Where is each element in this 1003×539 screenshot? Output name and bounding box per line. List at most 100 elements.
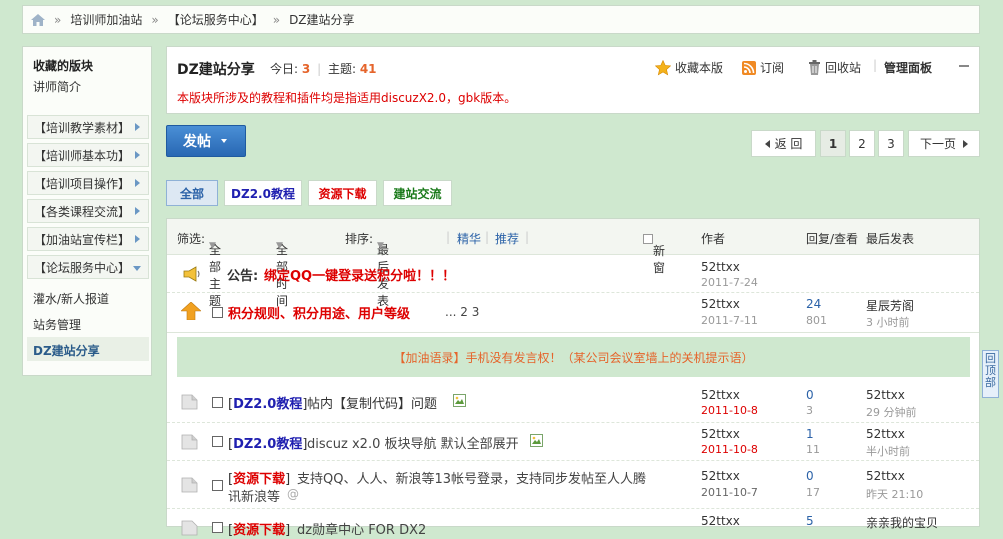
- thread-checkbox[interactable]: [212, 307, 223, 318]
- recycle-button[interactable]: 回收站: [808, 59, 861, 76]
- page-number: 2: [858, 136, 866, 151]
- category-label: 【培训项目操作】: [34, 176, 131, 191]
- thread-title[interactable]: 帖内【复制代码】问题: [307, 393, 437, 412]
- motto-banner: 【加油语录】手机没有发言权！（某公司会议室墙上的关机提示语）: [177, 337, 970, 377]
- sidebar-category-6[interactable]: 【论坛服务中心】: [27, 255, 149, 279]
- thread-type[interactable]: [资源下载]: [228, 519, 290, 538]
- last-post-time[interactable]: 半小时前: [866, 443, 910, 459]
- thread-row[interactable]: [资源下载] dz勋章中心 FOR DX2 52ttxx 5 亲亲我的宝贝: [167, 509, 979, 539]
- author[interactable]: 52ttxx: [701, 260, 740, 274]
- tab-site-exchange[interactable]: 建站交流: [383, 180, 452, 206]
- sidebar-sub-item[interactable]: 站务管理: [33, 316, 81, 333]
- author[interactable]: 52ttxx: [701, 388, 740, 402]
- page-number: 1: [828, 136, 838, 151]
- tab-dz-tutorial[interactable]: DZ2.0教程: [224, 180, 302, 206]
- thread-checkbox[interactable]: [212, 397, 223, 408]
- breadcrumb-item-current[interactable]: DZ建站分享: [289, 11, 354, 28]
- filter-bar: 筛选: 全部主题 ▼ 全部时间 ▼ 排序: 最后发表 ▼ | 精华 | 推荐 |…: [167, 219, 979, 308]
- sidebar-category-2[interactable]: 【培训师基本功】: [27, 143, 149, 167]
- last-post-user[interactable]: 52ttxx: [866, 388, 905, 402]
- sidebar-sub-item-active[interactable]: DZ建站分享: [27, 337, 149, 361]
- sticky-thread-row[interactable]: 积分规则、积分用途、用户等级 ... 2 3 52ttxx 2011-7-11 …: [167, 293, 979, 333]
- last-post-time[interactable]: 昨天 21:10: [866, 486, 923, 502]
- arrow-left-icon: [764, 139, 770, 148]
- last-post-user[interactable]: 星辰芳阁: [866, 297, 914, 314]
- col-last-post: 最后发表: [866, 232, 915, 246]
- thread-type[interactable]: [DZ2.0教程]: [228, 433, 307, 452]
- post-date: 2011-7-24: [701, 276, 758, 289]
- thread-title[interactable]: 积分规则、积分用途、用户等级: [228, 303, 410, 322]
- thread-title-cont[interactable]: 讯新浪等: [228, 486, 280, 505]
- author[interactable]: 52ttxx: [701, 427, 740, 441]
- thread-pages[interactable]: ... 2 3: [445, 305, 479, 319]
- breadcrumb: » 培训师加油站 » 【论坛服务中心】 » DZ建站分享: [22, 5, 980, 34]
- thread-title[interactable]: dz勋章中心 FOR DX2: [297, 519, 426, 538]
- thread-type[interactable]: [资源下载]: [228, 468, 290, 487]
- new-post-label: 发帖: [183, 134, 211, 150]
- new-post-button[interactable]: 发帖: [166, 125, 246, 157]
- arrow-right-icon: [963, 139, 968, 148]
- sidebar-category-3[interactable]: 【培训项目操作】: [27, 171, 149, 195]
- page-2[interactable]: 2: [849, 130, 875, 157]
- forum-notice: 本版块所涉及的教程和插件均是指适用discuzX2.0，gbk版本。: [177, 91, 517, 105]
- thread-row[interactable]: [DZ2.0教程] 帖内【复制代码】问题 52ttxx 2011-10-8 0 …: [167, 383, 979, 423]
- thread-type-label: 资源下载: [233, 472, 286, 487]
- fav-forum-button[interactable]: 收藏本版: [655, 59, 723, 76]
- pin-up-icon: [181, 302, 201, 320]
- tab-all[interactable]: 全部: [166, 180, 218, 206]
- post-date: 2011-10-8: [701, 443, 758, 456]
- announcement-row[interactable]: 公告: 绑定QQ一键登录送积分啦！！！ 52ttxx 2011-7-24: [167, 255, 979, 293]
- last-post-user[interactable]: 52ttxx: [866, 427, 905, 441]
- announcement-prefix: 公告:: [227, 269, 259, 284]
- back-button[interactable]: 返 回: [751, 130, 816, 157]
- breadcrumb-sep: »: [54, 12, 62, 27]
- last-post-user[interactable]: 52ttxx: [866, 469, 905, 483]
- breadcrumb-item-home[interactable]: 培训师加油站: [70, 11, 142, 28]
- collapse-icon[interactable]: [959, 65, 969, 67]
- home-icon[interactable]: [31, 13, 45, 26]
- tab-resource-download[interactable]: 资源下载: [308, 180, 377, 206]
- sidebar-category-1[interactable]: 【培训教学素材】: [27, 115, 149, 139]
- author[interactable]: 52ttxx: [701, 514, 740, 528]
- page-1[interactable]: 1: [820, 130, 846, 157]
- reply-count: 0: [806, 469, 814, 483]
- thread-type[interactable]: [DZ2.0教程]: [228, 393, 307, 412]
- sidebar-fav-item[interactable]: 讲师简介: [23, 74, 151, 96]
- next-page-button[interactable]: 下一页: [908, 130, 980, 157]
- image-attachment-icon: [453, 394, 466, 407]
- sidebar-sub-item[interactable]: 灌水/新人报道: [33, 290, 109, 307]
- author[interactable]: 52ttxx: [701, 297, 740, 311]
- page-3[interactable]: 3: [878, 130, 904, 157]
- thread-title[interactable]: discuz x2.0 板块导航 默认全部展开: [307, 433, 519, 452]
- back-to-top-button[interactable]: 回顶部: [982, 350, 999, 398]
- post-date: 2011-7-11: [701, 314, 758, 327]
- manage-panel-button[interactable]: 管理面板: [884, 59, 932, 76]
- post-date: 2011-10-8: [701, 404, 758, 417]
- thread-checkbox[interactable]: [212, 436, 223, 447]
- arrow-down-icon: [133, 266, 141, 271]
- subscribe-button[interactable]: 订阅: [742, 59, 784, 76]
- tab-label: 全部: [179, 186, 204, 201]
- last-post-time[interactable]: 29 分钟前: [866, 404, 917, 420]
- sidebar-category-5[interactable]: 【加油站宣传栏】: [27, 227, 149, 251]
- new-window-toggle[interactable]: 新窗: [643, 231, 665, 275]
- new-window-checkbox[interactable]: [643, 233, 653, 244]
- forum-stats: 今日: 3 | 主题: 41: [270, 62, 377, 76]
- folder-icon: [181, 477, 198, 493]
- tab-label: 建站交流: [393, 186, 442, 201]
- announcement-title[interactable]: 绑定QQ一键登录送积分啦！！！: [264, 265, 455, 284]
- filter-recommend[interactable]: 推荐: [495, 230, 519, 247]
- thread-title[interactable]: 支持QQ、人人、新浪等13帐号登录，支持同步发帖至人人腾: [297, 468, 646, 487]
- breadcrumb-item-service[interactable]: 【论坛服务中心】: [168, 11, 264, 28]
- thread-row[interactable]: [资源下载] 支持QQ、人人、新浪等13帐号登录，支持同步发帖至人人腾 讯新浪等…: [167, 461, 979, 509]
- thread-row[interactable]: [DZ2.0教程] discuz x2.0 板块导航 默认全部展开 52ttxx…: [167, 423, 979, 461]
- filter-digest[interactable]: 精华: [457, 230, 481, 247]
- sidebar-category-4[interactable]: 【各类课程交流】: [27, 199, 149, 223]
- next-label: 下一页: [919, 137, 956, 151]
- post-date: 2011-10-7: [701, 486, 758, 499]
- thread-checkbox[interactable]: [212, 522, 223, 533]
- last-post-time[interactable]: 3 小时前: [866, 314, 910, 330]
- author[interactable]: 52ttxx: [701, 469, 740, 483]
- last-post-user[interactable]: 亲亲我的宝贝: [866, 514, 938, 531]
- thread-checkbox[interactable]: [212, 480, 223, 491]
